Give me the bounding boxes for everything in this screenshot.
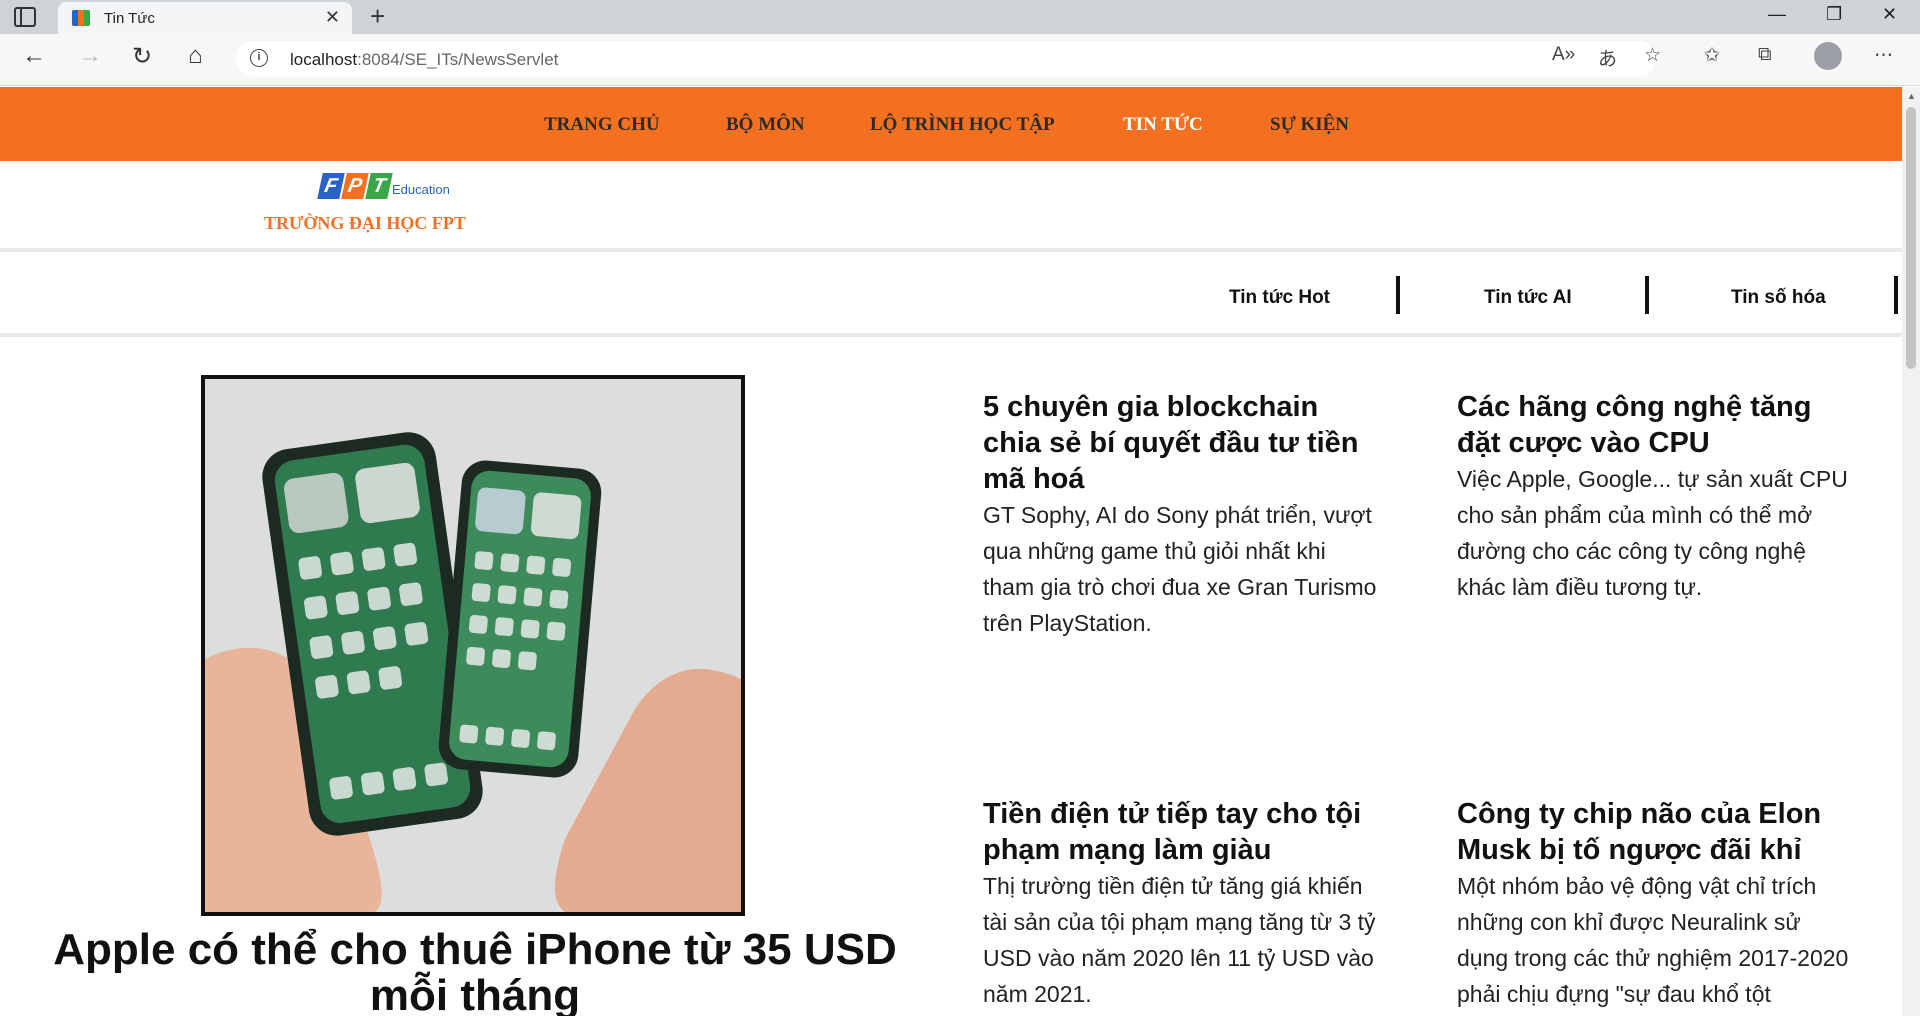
hero-headline[interactable]: Apple có thể cho thuê iPhone từ 35 USD m… (20, 927, 930, 1016)
translate-icon[interactable]: あ (1598, 44, 1617, 71)
article-card[interactable]: Tiền điện tử tiếp tay cho tội phạm mạng … (983, 796, 1383, 1012)
article-summary: Một nhóm bảo vệ động vật chỉ trích những… (1457, 873, 1849, 1007)
nav-trang-chu[interactable]: TRANG CHỦ (544, 114, 660, 136)
logo-education: Education (392, 182, 450, 197)
page-viewport: TRANG CHỦ BỘ MÔN LỘ TRÌNH HỌC TẬP TIN TỨ… (0, 87, 1902, 1016)
article-summary: Việc Apple, Google... tự sản xuất CPU ch… (1457, 466, 1848, 600)
address-toolbar: ← → ↻ ⌂ i localhost:8084/SE_ITs/NewsServ… (0, 34, 1920, 86)
logo-school-name: TRƯỜNG ĐẠI HỌC FPT (264, 213, 466, 233)
category-separator (1396, 276, 1400, 314)
article-title[interactable]: 5 chuyên gia blockchain chia sẻ bí quyết… (983, 389, 1383, 497)
article-card[interactable]: 5 chuyên gia blockchain chia sẻ bí quyết… (983, 389, 1383, 641)
category-hot[interactable]: Tin tức Hot (1229, 287, 1330, 309)
page-scrollbar[interactable]: ▲ (1902, 87, 1920, 1016)
nav-bo-mon[interactable]: BỘ MÔN (726, 114, 805, 136)
iphone-photo (205, 379, 741, 912)
forward-icon[interactable]: → (78, 42, 102, 70)
minimize-icon[interactable]: — (1768, 4, 1786, 25)
article-card[interactable]: Các hãng công nghệ tăng đặt cược vào CPU… (1457, 389, 1857, 605)
category-ai[interactable]: Tin tức AI (1484, 287, 1572, 309)
logo-letter-t: T (365, 173, 393, 199)
article-title[interactable]: Các hãng công nghệ tăng đặt cược vào CPU (1457, 389, 1857, 461)
url-text: localhost:8084/SE_ITs/NewsServlet (290, 50, 558, 70)
scroll-up-icon[interactable]: ▲ (1907, 91, 1916, 101)
article-title[interactable]: Tiền điện tử tiếp tay cho tội phạm mạng … (983, 796, 1383, 868)
profile-avatar[interactable] (1814, 42, 1842, 70)
browser-tab[interactable]: Tin Tức ✕ (58, 2, 352, 34)
restore-icon[interactable]: ❐ (1826, 4, 1842, 25)
url-host: localhost (290, 50, 358, 69)
nav-lo-trinh[interactable]: LỘ TRÌNH HỌC TẬP (870, 114, 1055, 136)
tab-close-icon[interactable]: ✕ (325, 7, 340, 28)
logo-letter-p: P (341, 173, 369, 199)
window-close-icon[interactable]: ✕ (1882, 4, 1897, 25)
article-summary: Thị trường tiền điện tử tăng giá khiến t… (983, 873, 1376, 1007)
scrollbar-thumb[interactable] (1906, 107, 1916, 369)
site-favicon-icon (72, 10, 90, 26)
header-divider (0, 248, 1902, 252)
article-summary: GT Sophy, AI do Sony phát triển, vượt qu… (983, 502, 1377, 636)
reload-icon[interactable]: ↻ (132, 42, 152, 71)
collections-icon[interactable]: ⧉ (1758, 44, 1772, 66)
more-menu-icon[interactable]: ⋯ (1874, 44, 1893, 67)
browser-tab-bar: Tin Tức ✕ + — ❐ ✕ (0, 0, 1920, 34)
site-info-icon[interactable]: i (250, 49, 268, 67)
tab-actions-icon[interactable] (14, 7, 36, 27)
category-separator (1894, 276, 1898, 314)
fpt-letters: F P T (317, 173, 393, 199)
read-aloud-icon[interactable]: A» (1552, 44, 1575, 66)
new-tab-icon[interactable]: + (370, 1, 385, 32)
url-field[interactable]: i localhost:8084/SE_ITs/NewsServlet (236, 41, 1656, 77)
article-title[interactable]: Công ty chip não của Elon Musk bị tố ngư… (1457, 796, 1857, 868)
hero-image[interactable] (201, 375, 745, 916)
add-favorite-icon[interactable]: ☆ (1644, 44, 1661, 67)
logo-letter-f: F (317, 173, 345, 199)
category-so-hoa[interactable]: Tin số hóa (1731, 287, 1826, 309)
tab-title: Tin Tức (104, 10, 155, 27)
subnav-divider (0, 333, 1902, 337)
url-path: :8084/SE_ITs/NewsServlet (357, 50, 559, 69)
home-icon[interactable]: ⌂ (188, 42, 203, 70)
back-icon[interactable]: ← (22, 42, 46, 70)
main-nav: TRANG CHỦ BỘ MÔN LỘ TRÌNH HỌC TẬP TIN TỨ… (0, 87, 1902, 161)
nav-tin-tuc[interactable]: TIN TỨC (1123, 114, 1203, 136)
nav-su-kien[interactable]: SỰ KIỆN (1270, 114, 1349, 136)
category-separator (1645, 276, 1649, 314)
favorites-icon[interactable]: ✩ (1704, 44, 1720, 67)
article-card[interactable]: Công ty chip não của Elon Musk bị tố ngư… (1457, 796, 1857, 1012)
